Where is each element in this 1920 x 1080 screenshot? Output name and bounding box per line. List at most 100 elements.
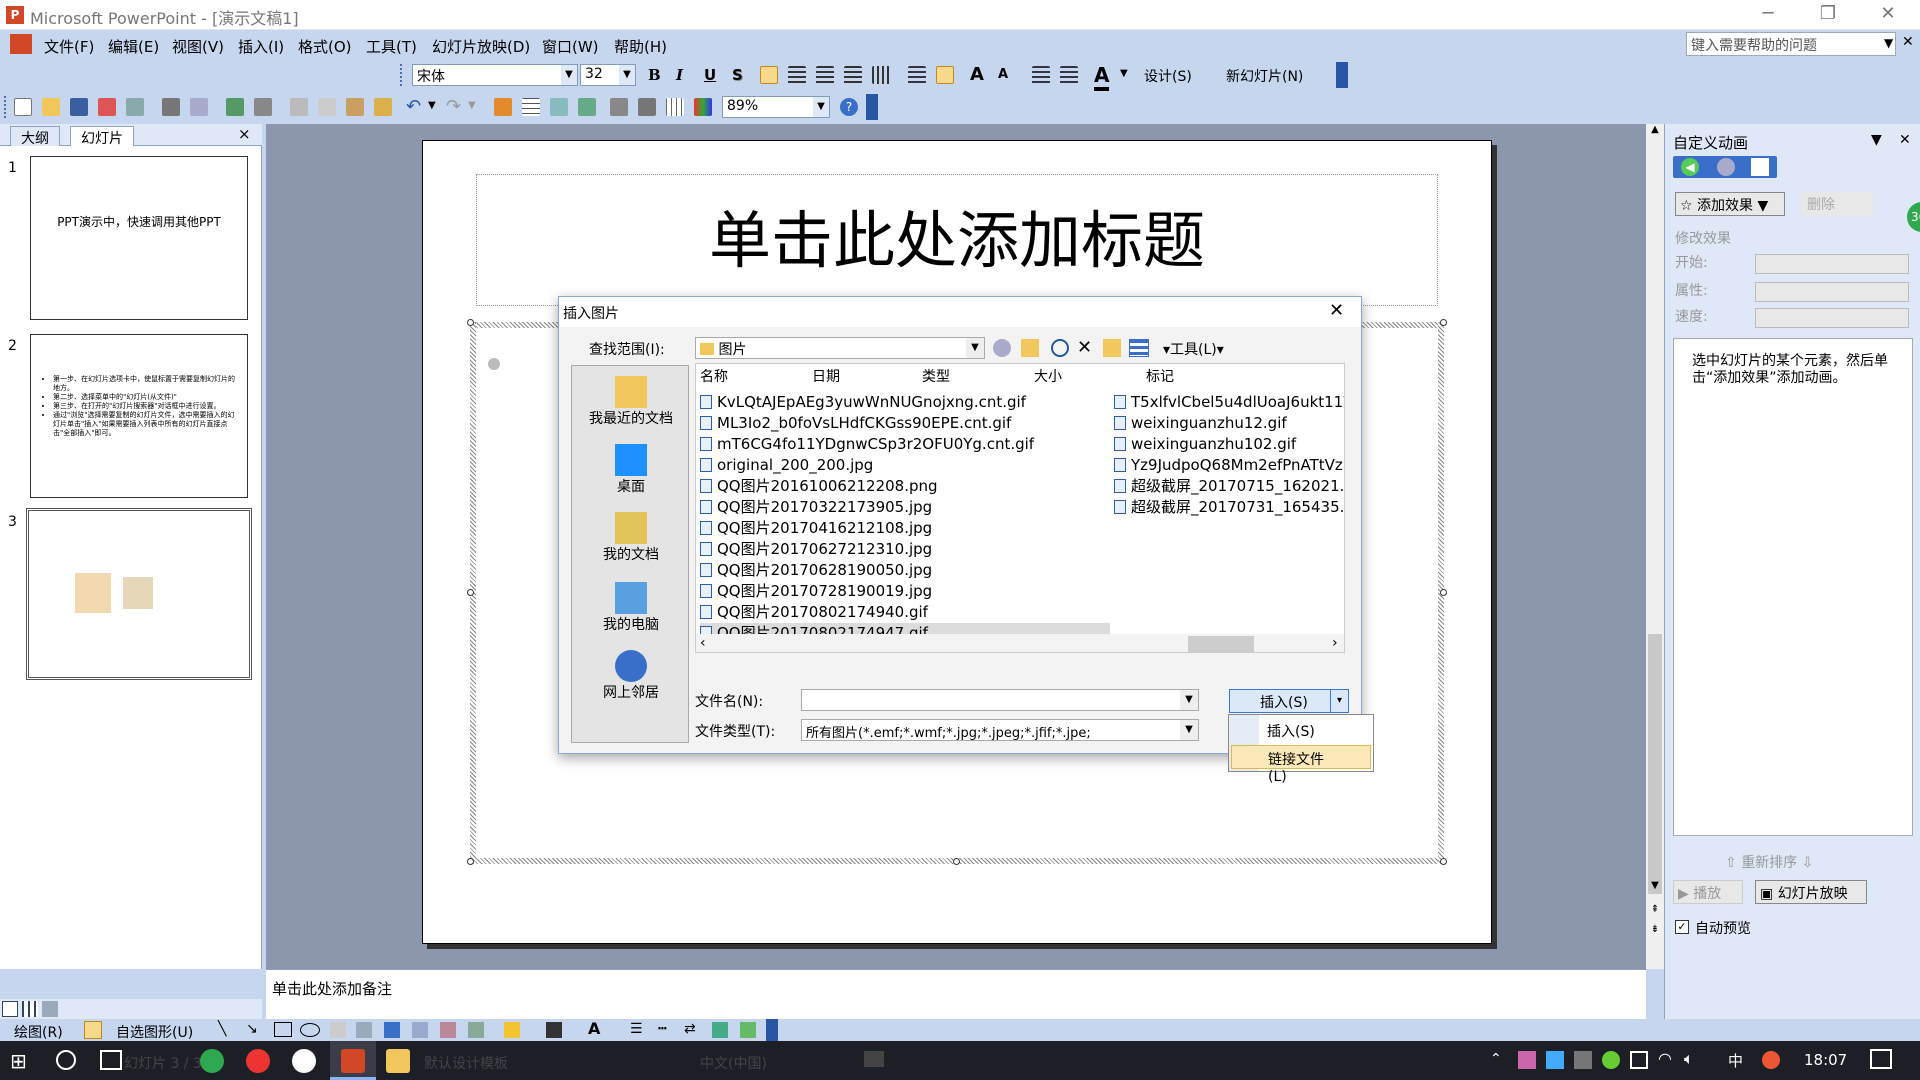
new-slide-button[interactable]: 新幻灯片(N) bbox=[1226, 66, 1303, 86]
format-painter-icon[interactable] bbox=[374, 98, 392, 116]
toolbar-options-icon[interactable] bbox=[766, 1019, 778, 1041]
volume-icon[interactable]: 🔈︎ bbox=[1684, 1049, 1694, 1069]
place-my-documents[interactable]: 我的文档 bbox=[572, 512, 690, 564]
menu-tools[interactable]: 工具(T) bbox=[366, 36, 417, 57]
notification-icon[interactable] bbox=[1870, 1049, 1892, 1069]
menu-view[interactable]: 视图(V) bbox=[172, 36, 224, 57]
ime-indicator[interactable]: 中 bbox=[1728, 1050, 1743, 1071]
line-style-icon[interactable]: ☰ bbox=[630, 1021, 643, 1037]
next-slide-icon[interactable]: ⇟ bbox=[1646, 924, 1664, 944]
toolbar-options-icon[interactable] bbox=[866, 94, 878, 120]
scroll-down-icon[interactable]: ▼ bbox=[1646, 880, 1664, 898]
notes-pane[interactable]: 单击此处添加备注 bbox=[266, 969, 1646, 1019]
chevron-down-icon[interactable]: ▼ bbox=[561, 65, 577, 85]
file-list[interactable]: 名称 日期 类型 大小 标记 KvLQtAJEpAEg3yuwWnNUGnojx… bbox=[695, 363, 1345, 653]
redo-icon[interactable]: ↷ bbox=[446, 96, 461, 117]
vertical-textbox-icon[interactable] bbox=[356, 1022, 372, 1038]
chevron-down-icon[interactable]: ▼ bbox=[1120, 68, 1128, 79]
dialog-close-icon[interactable]: ✕ bbox=[1329, 300, 1344, 321]
close-pane-icon[interactable]: × bbox=[238, 125, 251, 143]
slide-thumbnail-2[interactable]: 第一步、在幻灯片选项卡中，使鼠标置于需要复制幻灯片的地方。 第二步、选择菜单中的… bbox=[30, 334, 248, 498]
forward-icon[interactable] bbox=[1717, 158, 1735, 176]
list-item[interactable]: mT6CG4fo11YDgnwCSp3r2OFU0Yg.cnt.gif bbox=[700, 434, 1110, 455]
tools-menu[interactable]: ▾工具(L)▾ bbox=[1163, 339, 1224, 359]
column-header-type[interactable]: 类型 bbox=[922, 366, 950, 386]
help-search-input[interactable]: 键入需要帮助的问题 bbox=[1686, 32, 1896, 56]
tray-app-icon[interactable] bbox=[1546, 1051, 1564, 1069]
chevron-up-icon[interactable]: ⌃ bbox=[1490, 1051, 1502, 1067]
column-header-date[interactable]: 日期 bbox=[812, 366, 840, 386]
list-item[interactable]: QQ图片20170802174940.gif bbox=[700, 602, 1110, 623]
scroll-thumb[interactable] bbox=[1648, 634, 1662, 894]
insert-hyperlink-icon[interactable] bbox=[578, 98, 596, 116]
font-color-icon[interactable]: A bbox=[588, 1019, 600, 1038]
filetype-select[interactable]: 所有图片(*.emf;*.wmf;*.jpg;*.jpeg;*.jfif;*.j… bbox=[801, 719, 1199, 741]
font-size-combo[interactable]: 32 ▼ bbox=[580, 64, 636, 86]
spelling-icon[interactable] bbox=[226, 98, 244, 116]
delete-icon[interactable]: ✕ bbox=[1077, 337, 1092, 358]
resize-handle[interactable] bbox=[467, 589, 474, 596]
chevron-down-icon[interactable]: ▼ bbox=[966, 338, 984, 358]
show-grid-icon[interactable] bbox=[666, 98, 684, 116]
scroll-right-icon[interactable]: › bbox=[1332, 635, 1338, 651]
search-web-icon[interactable] bbox=[1051, 339, 1069, 357]
property-select[interactable] bbox=[1755, 282, 1909, 302]
autoshapes-button[interactable]: 自选图形(U) bbox=[116, 1022, 193, 1042]
start-select[interactable] bbox=[1755, 254, 1909, 274]
list-item[interactable]: QQ图片20170728190019.jpg bbox=[700, 581, 1110, 602]
arrow-style-icon[interactable]: ⇄ bbox=[684, 1021, 696, 1037]
resize-handle[interactable] bbox=[467, 319, 474, 326]
rectangle-icon[interactable] bbox=[274, 1022, 292, 1037]
justify-icon[interactable] bbox=[844, 66, 862, 84]
place-network[interactable]: 网上邻居 bbox=[572, 650, 690, 702]
arrow-icon[interactable]: ↘ bbox=[246, 1021, 258, 1037]
slideshow-view-icon[interactable] bbox=[42, 1001, 58, 1017]
app-browser-icon[interactable] bbox=[292, 1049, 316, 1073]
bold-button[interactable]: B bbox=[648, 66, 661, 84]
delete-button[interactable]: 删除 bbox=[1801, 192, 1873, 216]
list-item[interactable]: T5xlfvlCbel5u4dlUoaJ6ukt11Y bbox=[1114, 392, 1344, 413]
menu-insert[interactable]: 插入(I) bbox=[238, 36, 284, 57]
new-folder-icon[interactable] bbox=[1103, 339, 1121, 357]
list-item[interactable]: QQ图片20170322173905.jpg bbox=[700, 497, 1110, 518]
draw-menu-button[interactable]: 绘图(R) bbox=[14, 1022, 63, 1042]
lookin-select[interactable]: 图片 ▼ bbox=[695, 337, 985, 359]
3d-style-icon[interactable] bbox=[740, 1022, 756, 1038]
list-item[interactable]: QQ图片20161006212208.png bbox=[700, 476, 1110, 497]
chevron-down-icon[interactable]: ▼ bbox=[1180, 720, 1198, 740]
help-dropdown-icon[interactable]: ▼ bbox=[1884, 36, 1893, 50]
scroll-thumb[interactable] bbox=[1188, 636, 1254, 652]
decrease-indent-icon[interactable] bbox=[1032, 66, 1050, 84]
close-doc-icon[interactable]: ✕ bbox=[1902, 34, 1914, 50]
views-icon[interactable] bbox=[1129, 339, 1149, 357]
align-right-icon[interactable] bbox=[816, 66, 834, 84]
font-color-icon[interactable]: A bbox=[1094, 63, 1110, 91]
menu-window[interactable]: 窗口(W) bbox=[542, 36, 599, 57]
menu-edit[interactable]: 编辑(E) bbox=[108, 36, 159, 57]
restore-button[interactable]: ❐ bbox=[1800, 0, 1856, 30]
align-center-icon[interactable] bbox=[788, 66, 806, 84]
expand-all-icon[interactable] bbox=[610, 98, 628, 116]
line-color-icon[interactable] bbox=[546, 1022, 562, 1038]
home-icon[interactable] bbox=[1751, 158, 1769, 176]
chevron-down-icon[interactable]: ▼ bbox=[619, 65, 635, 85]
print-icon[interactable] bbox=[162, 98, 180, 116]
insert-chart-icon[interactable] bbox=[494, 98, 512, 116]
autopreview-checkbox[interactable]: ✓ bbox=[1675, 920, 1689, 934]
slide-thumbnail-3[interactable] bbox=[26, 508, 252, 680]
tray-app-icon[interactable] bbox=[1518, 1051, 1536, 1069]
list-item[interactable]: QQ图片20170628190050.jpg bbox=[700, 560, 1110, 581]
scroll-left-icon[interactable]: ‹ bbox=[700, 635, 706, 651]
show-formatting-icon[interactable] bbox=[638, 98, 656, 116]
color-grayscale-icon[interactable] bbox=[694, 98, 712, 116]
open-icon[interactable] bbox=[42, 98, 60, 116]
task-view-icon[interactable] bbox=[100, 1050, 122, 1070]
insert-table-icon[interactable] bbox=[522, 98, 540, 116]
wifi-icon[interactable]: ◠ bbox=[1658, 1049, 1672, 1068]
distribute-icon[interactable] bbox=[872, 66, 890, 84]
diagram-icon[interactable] bbox=[412, 1022, 428, 1038]
menu-help[interactable]: 帮助(H) bbox=[614, 36, 667, 57]
copy-icon[interactable] bbox=[318, 98, 336, 116]
save-icon[interactable] bbox=[70, 98, 88, 116]
menu-item-link-file[interactable]: 链接文件(L) bbox=[1231, 745, 1371, 785]
